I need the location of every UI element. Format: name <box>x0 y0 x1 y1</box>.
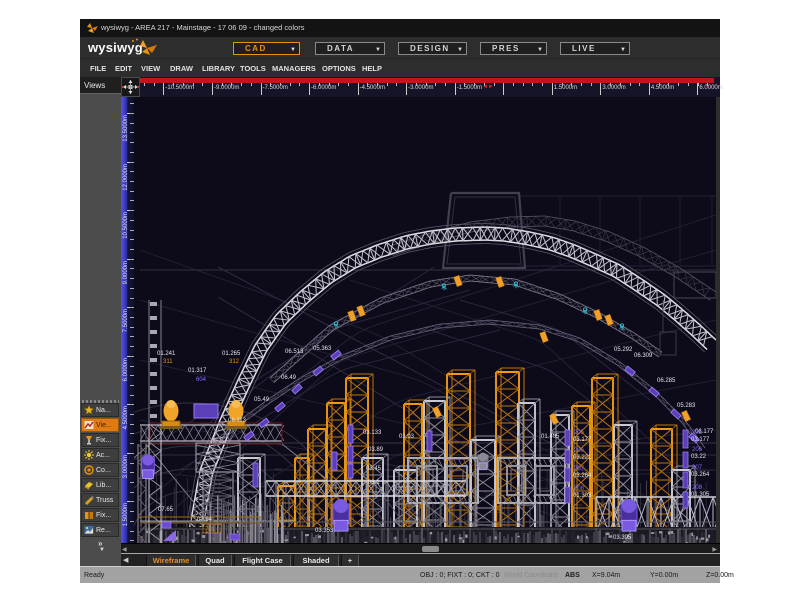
svg-text:312: 312 <box>229 359 240 365</box>
svg-text:03.133: 03.133 <box>363 430 382 436</box>
svg-text:03.353: 03.353 <box>315 528 334 534</box>
svg-text:03.22: 03.22 <box>691 454 707 460</box>
svg-text:03.177: 03.177 <box>573 437 592 443</box>
svg-text:07.94: 07.94 <box>197 517 213 523</box>
svg-text:03.45: 03.45 <box>366 466 382 472</box>
svg-text:311: 311 <box>163 359 173 365</box>
svg-text:01.317: 01.317 <box>188 368 207 374</box>
svg-text:01.241: 01.241 <box>157 351 176 357</box>
svg-text:03.89: 03.89 <box>368 447 384 453</box>
svg-text:207: 207 <box>692 465 703 471</box>
svg-text:03.177: 03.177 <box>691 437 710 443</box>
svg-text:701: 701 <box>205 527 216 533</box>
svg-text:01.03: 01.03 <box>399 434 415 440</box>
svg-text:03.264: 03.264 <box>691 472 710 478</box>
svg-text:01.305: 01.305 <box>691 492 710 498</box>
svg-text:03.264: 03.264 <box>573 473 592 479</box>
svg-text:03.1: 03.1 <box>368 480 380 486</box>
svg-text:604: 604 <box>196 377 207 383</box>
svg-text:06.285: 06.285 <box>657 378 676 384</box>
svg-text:205: 205 <box>692 430 703 436</box>
svg-text:06.113: 06.113 <box>228 418 247 424</box>
svg-text:206: 206 <box>574 448 585 454</box>
svg-text:07.65: 07.65 <box>158 507 174 513</box>
svg-text:05.363: 05.363 <box>313 346 332 352</box>
svg-text:03.221: 03.221 <box>573 455 592 461</box>
svg-text:06.513: 06.513 <box>285 349 304 355</box>
svg-text:208: 208 <box>692 485 703 491</box>
svg-text:205: 205 <box>574 430 585 436</box>
svg-text:206: 206 <box>692 447 703 453</box>
svg-text:01.303: 01.303 <box>573 493 592 499</box>
svg-text:01.405: 01.405 <box>541 434 560 440</box>
svg-text:208: 208 <box>574 486 585 492</box>
svg-text:06.49: 06.49 <box>281 375 297 381</box>
svg-text:03.395: 03.395 <box>613 535 632 541</box>
svg-text:01.265: 01.265 <box>222 351 241 357</box>
svg-text:06.309: 06.309 <box>634 353 653 359</box>
svg-text:05.292: 05.292 <box>614 347 633 353</box>
svg-text:05.49: 05.49 <box>254 397 270 403</box>
svg-text:207: 207 <box>574 466 585 472</box>
svg-text:05.283: 05.283 <box>677 403 696 409</box>
